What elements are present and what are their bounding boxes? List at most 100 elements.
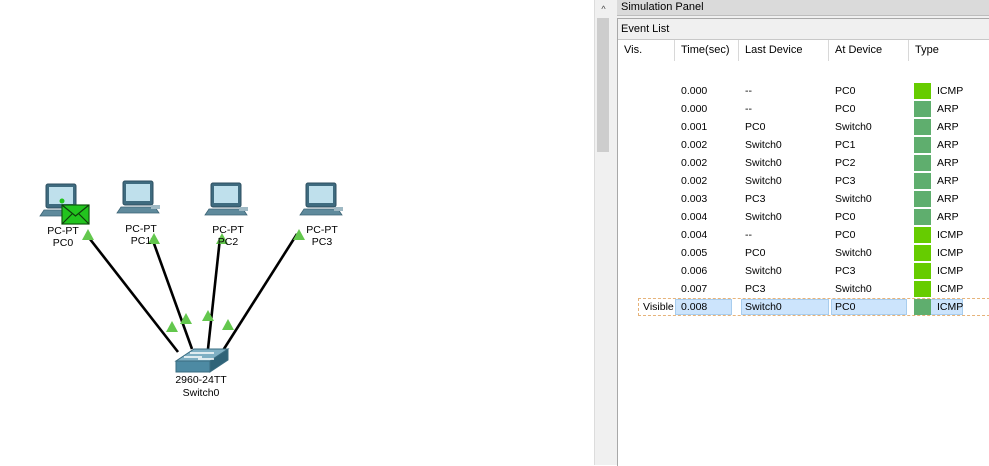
event-last-device: --: [745, 85, 752, 97]
event-last-device: PC0: [745, 247, 766, 259]
pdu-color-swatch[interactable]: [914, 191, 931, 207]
pdu-color-swatch[interactable]: [914, 119, 931, 135]
pdu-color-swatch[interactable]: [914, 173, 931, 189]
simulation-panel-title: Simulation Panel: [621, 1, 704, 13]
event-type: ICMP: [937, 229, 964, 241]
event-last-device: Switch0: [745, 265, 782, 277]
event-row[interactable]: 0.000 -- PC0 ICMP: [618, 82, 989, 100]
column-header-time[interactable]: Time(sec): [675, 40, 739, 61]
pdu-color-swatch[interactable]: [914, 245, 931, 261]
event-row[interactable]: 0.002 Switch0 PC3 ARP: [618, 172, 989, 190]
event-at-device: Switch0: [835, 247, 872, 259]
event-type: ICMP: [937, 265, 964, 277]
event-row[interactable]: 0.006 Switch0 PC3 ICMP: [618, 262, 989, 280]
device-name-label: PC2: [217, 236, 239, 248]
event-at-device: PC0: [835, 301, 856, 313]
event-row[interactable]: 0.000 -- PC0 ARP: [618, 100, 989, 118]
pdu-color-swatch[interactable]: [914, 227, 931, 243]
column-header-at-device[interactable]: At Device: [829, 40, 909, 61]
event-row[interactable]: 0.004 Switch0 PC0 ARP: [618, 208, 989, 226]
event-row[interactable]: 0.001 PC0 Switch0 ARP: [618, 118, 989, 136]
event-last-device: Switch0: [745, 139, 782, 151]
pc-icon[interactable]: [299, 182, 343, 216]
logical-workspace[interactable]: PC-PT PC0 PC-PT PC1 PC-PT PC2 PC-PT PC3 2960-24T…: [0, 0, 594, 465]
column-header-type[interactable]: Type: [909, 40, 989, 61]
column-header-last-device[interactable]: Last Device: [739, 40, 829, 61]
event-at-device: PC3: [835, 265, 856, 277]
event-type: ARP: [937, 139, 959, 151]
event-list-table[interactable]: Vis. Time(sec) Last Device At Device Typ…: [618, 39, 989, 466]
event-row[interactable]: 0.007 PC3 Switch0 ICMP: [618, 280, 989, 298]
event-type: ARP: [937, 157, 959, 169]
event-time: 0.007: [681, 283, 708, 295]
device-name-label: PC1: [130, 235, 152, 247]
pc-icon[interactable]: [116, 180, 160, 214]
pdu-color-swatch[interactable]: [914, 209, 931, 225]
vertical-scrollbar[interactable]: ^: [594, 0, 612, 465]
pdu-color-swatch[interactable]: [914, 299, 931, 315]
switch-type-label: 2960-24TT: [175, 374, 227, 386]
event-row[interactable]: 0.005 PC0 Switch0 ICMP: [618, 244, 989, 262]
event-last-device: Switch0: [745, 175, 782, 187]
event-type: ICMP: [937, 85, 964, 97]
pc-icon[interactable]: [204, 182, 248, 216]
event-row[interactable]: 0.003 PC3 Switch0 ARP: [618, 190, 989, 208]
event-type: ARP: [937, 175, 959, 187]
event-time: 0.004: [681, 211, 708, 223]
event-last-device: Switch0: [745, 301, 782, 313]
pdu-color-swatch[interactable]: [914, 137, 931, 153]
device-type-label: PC-PT: [306, 224, 338, 236]
event-type: ICMP: [937, 301, 964, 313]
event-time: 0.008: [681, 301, 708, 313]
pdu-color-swatch[interactable]: [914, 83, 931, 99]
switch-icon[interactable]: [174, 348, 230, 373]
event-at-device: PC0: [835, 229, 856, 241]
event-row[interactable]: 0.002 Switch0 PC2 ARP: [618, 154, 989, 172]
event-last-device: PC3: [745, 283, 766, 295]
event-vis: Visible: [643, 301, 674, 313]
event-last-device: --: [745, 229, 752, 241]
event-row[interactable]: 0.002 Switch0 PC1 ARP: [618, 136, 989, 154]
link-up-indicator: [166, 321, 178, 332]
link-cable[interactable]: [206, 237, 222, 350]
event-type: ARP: [937, 121, 959, 133]
link-cable[interactable]: [150, 237, 194, 350]
pdu-color-swatch[interactable]: [914, 101, 931, 117]
event-row[interactable]: Visible 0.008 Switch0 PC0 ICMP: [618, 298, 989, 316]
link-cable[interactable]: [84, 233, 180, 353]
event-last-device: Switch0: [745, 157, 782, 169]
event-type: ARP: [937, 211, 959, 223]
event-time: 0.003: [681, 193, 708, 205]
pdu-color-swatch[interactable]: [914, 263, 931, 279]
scroll-up-arrow-icon[interactable]: ^: [595, 0, 612, 17]
event-list-title: Event List: [621, 23, 670, 35]
event-type: ARP: [937, 193, 959, 205]
event-last-device: PC0: [745, 121, 766, 133]
event-last-device: PC3: [745, 193, 766, 205]
event-at-device: PC0: [835, 103, 856, 115]
pdu-color-swatch[interactable]: [914, 155, 931, 171]
event-list-group: Event List Vis. Time(sec) Last Device At…: [617, 18, 989, 466]
event-time: 0.000: [681, 103, 708, 115]
column-header-vis[interactable]: Vis.: [618, 40, 675, 61]
event-time: 0.005: [681, 247, 708, 259]
link-cable[interactable]: [220, 233, 299, 353]
event-time: 0.002: [681, 139, 708, 151]
event-time: 0.002: [681, 157, 708, 169]
event-time: 0.002: [681, 175, 708, 187]
event-row[interactable]: 0.004 -- PC0 ICMP: [618, 226, 989, 244]
event-at-device: PC2: [835, 157, 856, 169]
event-time: 0.001: [681, 121, 708, 133]
event-at-device: Switch0: [835, 121, 872, 133]
event-last-device: --: [745, 103, 752, 115]
device-type-label: PC-PT: [125, 223, 157, 235]
switch-name-label: Switch0: [182, 387, 220, 399]
event-time: 0.006: [681, 265, 708, 277]
event-type: ICMP: [937, 247, 964, 259]
device-name-label: PC3: [311, 236, 333, 248]
scroll-thumb[interactable]: [597, 18, 609, 152]
event-type: ICMP: [937, 283, 964, 295]
event-at-device: Switch0: [835, 193, 872, 205]
pdu-color-swatch[interactable]: [914, 281, 931, 297]
event-at-device: PC3: [835, 175, 856, 187]
